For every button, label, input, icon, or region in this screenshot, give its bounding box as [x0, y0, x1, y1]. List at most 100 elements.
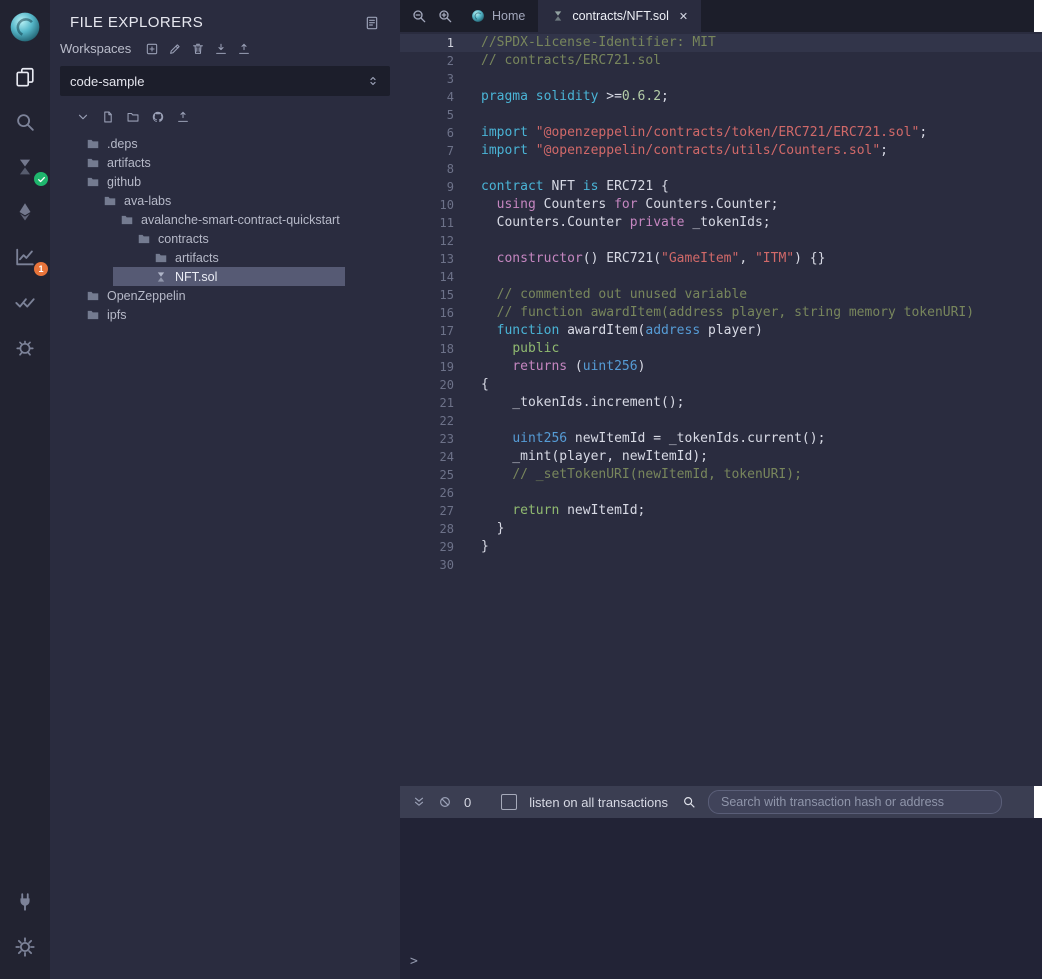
tree-item-label: NFT.sol — [175, 270, 217, 284]
code-line[interactable]: public — [454, 340, 559, 358]
terminal-output[interactable]: > — [400, 818, 1042, 979]
code-line[interactable]: using Counters for Counters.Counter; — [454, 196, 778, 214]
activity-solidity-compiler[interactable] — [0, 144, 50, 189]
code-line[interactable] — [454, 556, 481, 574]
code-line-row: 14 — [400, 268, 1042, 286]
new-file-icon — [101, 110, 115, 124]
code-line-row: 25 // _setTokenURI(newItemId, tokenURI); — [400, 466, 1042, 484]
rename-workspace-button[interactable] — [168, 42, 182, 56]
code-line[interactable]: pragma solidity >=0.6.2; — [454, 88, 669, 106]
code-line[interactable]: function awardItem(address player) — [454, 322, 763, 340]
code-line-row: 4pragma solidity >=0.6.2; — [400, 88, 1042, 106]
zoom-out-button[interactable] — [406, 0, 432, 32]
tree-item-label: avalanche-smart-contract-quickstart — [141, 213, 340, 227]
code-line[interactable]: { — [454, 376, 489, 394]
static-analysis-icon — [14, 246, 36, 268]
tab-bar: Homecontracts/NFT.sol✕ — [400, 0, 1042, 32]
code-line[interactable]: import "@openzeppelin/contracts/utils/Co… — [454, 142, 888, 160]
code-line[interactable]: returns (uint256) — [454, 358, 645, 376]
code-line[interactable]: } — [454, 520, 504, 538]
line-number: 24 — [400, 448, 454, 466]
code-line[interactable]: // commented out unused variable — [454, 286, 747, 304]
tab-contracts-nft-sol[interactable]: contracts/NFT.sol✕ — [538, 0, 701, 32]
code-line[interactable]: _mint(player, newItemId); — [454, 448, 708, 466]
publish-workspace-button[interactable] — [176, 110, 190, 124]
line-number: 27 — [400, 502, 454, 520]
activity-settings[interactable] — [0, 924, 50, 969]
close-tab-icon[interactable]: ✕ — [679, 10, 688, 23]
tree-item-github[interactable]: github — [50, 172, 400, 191]
tree-item-label: contracts — [158, 232, 209, 246]
delete-workspace-icon — [191, 42, 205, 56]
tree-item-ava-labs[interactable]: ava-labs — [50, 191, 400, 210]
activity-deploy-run[interactable] — [0, 189, 50, 234]
restore-workspace-button[interactable] — [237, 42, 251, 56]
tree-item-.deps[interactable]: .deps — [50, 134, 400, 153]
tree-item-NFT.sol[interactable]: NFT.sol — [50, 267, 400, 286]
tree-item-artifacts[interactable]: artifacts — [50, 153, 400, 172]
activity-file-explorer[interactable] — [0, 54, 50, 99]
code-line[interactable]: } — [454, 538, 489, 556]
zoom-out-icon — [411, 8, 427, 24]
remix-home-button[interactable] — [0, 0, 50, 54]
pending-tx-count: 0 — [464, 795, 471, 810]
book-icon — [364, 15, 380, 31]
tree-item-artifacts[interactable]: artifacts — [50, 248, 400, 267]
line-number: 14 — [400, 268, 454, 286]
delete-workspace-button[interactable] — [191, 42, 205, 56]
accordion-toggle-button[interactable] — [364, 15, 380, 31]
clear-console-button[interactable] — [438, 795, 452, 809]
code-line[interactable]: // contracts/ERC721.sol — [454, 52, 661, 70]
code-line[interactable]: constructor() ERC721("GameItem", "ITM") … — [454, 250, 825, 268]
code-line[interactable] — [454, 268, 481, 286]
activity-search[interactable] — [0, 99, 50, 144]
code-line[interactable] — [454, 70, 481, 88]
line-number: 4 — [400, 88, 454, 106]
listen-transactions-checkbox[interactable] — [501, 794, 517, 810]
code-line[interactable]: //SPDX-License-Identifier: MIT — [454, 34, 716, 52]
workspace-select[interactable]: code-sample — [60, 66, 390, 96]
code-line[interactable]: import "@openzeppelin/contracts/token/ER… — [454, 124, 927, 142]
code-line[interactable]: uint256 newItemId = _tokenIds.current(); — [454, 430, 825, 448]
create-workspace-button[interactable] — [145, 42, 159, 56]
new-folder-button[interactable] — [126, 110, 140, 124]
tree-item-avalanche-smart-contract-quickstart[interactable]: avalanche-smart-contract-quickstart — [50, 210, 400, 229]
code-line[interactable]: // function awardItem(address player, st… — [454, 304, 974, 322]
line-number: 3 — [400, 70, 454, 88]
tree-item-contracts[interactable]: contracts — [50, 229, 400, 248]
terminal-search-input[interactable] — [708, 790, 1002, 814]
github-actions-button[interactable] — [151, 110, 165, 124]
tree-item-OpenZeppelin[interactable]: OpenZeppelin — [50, 286, 400, 305]
download-workspaces-button[interactable] — [214, 42, 228, 56]
activity-unit-testing[interactable] — [0, 279, 50, 324]
code-line[interactable]: return newItemId; — [454, 502, 645, 520]
zoom-in-button[interactable] — [432, 0, 458, 32]
tab-home[interactable]: Home — [458, 0, 538, 32]
code-line[interactable] — [454, 106, 481, 124]
tree-item-inner: ava-labs — [103, 191, 171, 210]
code-line-row: 21 _tokenIds.increment(); — [400, 394, 1042, 412]
code-line-row: 9contract NFT is ERC721 { — [400, 178, 1042, 196]
code-line[interactable]: _tokenIds.increment(); — [454, 394, 685, 412]
activity-static-analysis[interactable]: 1 — [0, 234, 50, 279]
code-line[interactable] — [454, 484, 481, 502]
code-line[interactable]: // _setTokenURI(newItemId, tokenURI); — [454, 466, 802, 484]
scroll-track-top — [1034, 0, 1042, 32]
toggle-terminal-button[interactable] — [412, 795, 426, 809]
code-line[interactable] — [454, 412, 481, 430]
tree-item-inner: avalanche-smart-contract-quickstart — [120, 210, 340, 229]
tree-item-ipfs[interactable]: ipfs — [50, 305, 400, 324]
code-line[interactable] — [454, 160, 481, 178]
collapse-all-button[interactable] — [76, 110, 90, 124]
file-explorer-panel: FILE EXPLORERS Workspaces code-sample .d… — [50, 0, 400, 979]
code-line[interactable]: contract NFT is ERC721 { — [454, 178, 669, 196]
code-line[interactable] — [454, 232, 481, 250]
activity-bar-items: 1 — [0, 54, 50, 369]
code-line[interactable]: Counters.Counter private _tokenIds; — [454, 214, 771, 232]
new-file-button[interactable] — [101, 110, 115, 124]
tree-item-inner: ipfs — [86, 305, 126, 324]
plugin-manager-icon — [14, 891, 36, 913]
unit-testing-icon — [14, 291, 36, 313]
activity-plugin-manager[interactable] — [0, 879, 50, 924]
activity-debugger[interactable] — [0, 324, 50, 369]
